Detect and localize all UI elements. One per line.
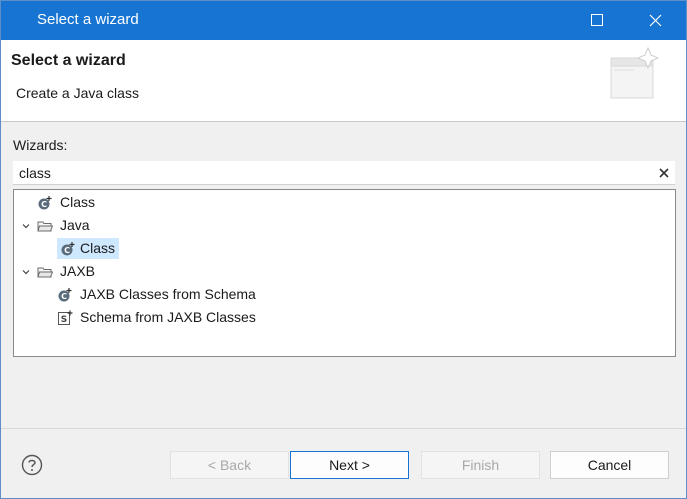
finish-button[interactable]: Finish bbox=[421, 451, 540, 479]
cancel-button[interactable]: Cancel bbox=[550, 451, 669, 479]
page-description: Create a Java class bbox=[16, 85, 139, 101]
tree-item-jaxb-classes-from-schema[interactable]: C JAXB Classes from Schema bbox=[39, 284, 259, 305]
wizard-tree[interactable]: C Class Java C Class JAXB C JAXB Classes… bbox=[13, 189, 676, 357]
wizard-filter-input[interactable] bbox=[13, 161, 675, 185]
folder-open-icon bbox=[37, 218, 53, 234]
chevron-down-icon[interactable] bbox=[19, 265, 33, 279]
new-wizard-banner-icon bbox=[610, 46, 660, 99]
close-button[interactable] bbox=[642, 8, 668, 32]
folder-open-icon bbox=[37, 264, 53, 280]
clear-icon bbox=[659, 168, 669, 178]
wizard-header: Select a wizard Create a Java class bbox=[1, 40, 686, 122]
tree-item-schema-from-jaxb-classes[interactable]: S Schema from JAXB Classes bbox=[39, 307, 259, 328]
tree-item-jaxb[interactable]: JAXB bbox=[19, 261, 98, 282]
java-class-wizard-icon: C bbox=[57, 287, 73, 303]
chevron-down-icon[interactable] bbox=[19, 219, 33, 233]
close-icon bbox=[649, 14, 661, 26]
svg-text:C: C bbox=[61, 292, 67, 301]
clear-filter-button[interactable] bbox=[655, 164, 673, 182]
maximize-icon bbox=[591, 14, 603, 26]
svg-text:C: C bbox=[41, 200, 47, 209]
tree-item-label: JAXB Classes from Schema bbox=[80, 286, 256, 302]
tree-item-label: Schema from JAXB Classes bbox=[80, 309, 256, 325]
tree-item-java[interactable]: Java bbox=[19, 215, 93, 236]
wizard-content: Wizards: C Class Java C bbox=[1, 123, 686, 427]
tree-item-label: JAXB bbox=[60, 263, 96, 279]
wizards-label: Wizards: bbox=[13, 137, 68, 153]
back-button[interactable]: < Back bbox=[170, 451, 289, 479]
tree-item-class[interactable]: C Class bbox=[19, 192, 98, 213]
tree-item-label: Class bbox=[60, 194, 96, 210]
button-bar: < Back Next > Finish Cancel bbox=[1, 428, 686, 498]
java-class-wizard-icon: C bbox=[57, 238, 77, 259]
schema-wizard-icon: S bbox=[57, 310, 73, 326]
window-title: Select a wizard bbox=[37, 11, 139, 28]
tree-item-label: Class bbox=[77, 238, 120, 259]
help-icon[interactable] bbox=[21, 454, 43, 476]
tree-item-label: Java bbox=[60, 217, 90, 233]
svg-text:C: C bbox=[64, 246, 70, 255]
page-title: Select a wizard bbox=[11, 52, 126, 69]
title-bar[interactable]: Select a wizard bbox=[0, 0, 687, 40]
tree-item-java-class[interactable]: C Class bbox=[39, 238, 120, 259]
maximize-button[interactable] bbox=[584, 8, 610, 32]
java-class-wizard-icon: C bbox=[37, 195, 53, 211]
next-button[interactable]: Next > bbox=[290, 451, 409, 479]
svg-text:S: S bbox=[61, 315, 67, 325]
